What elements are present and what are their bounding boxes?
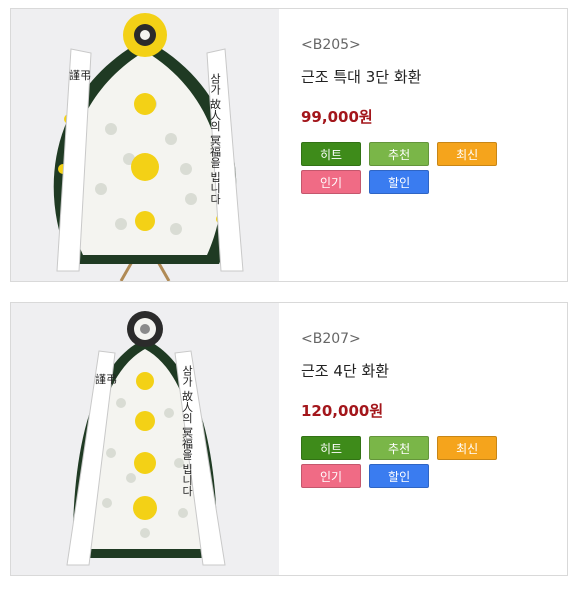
product-name[interactable]: 근조 특대 3단 화환 — [301, 67, 557, 87]
badge-recommend: 추천 — [369, 436, 430, 460]
wreath-image-b205: 謹弔 삼가 故人의 冥福을 빕니다 — [11, 9, 279, 281]
badge-hit: 히트 — [301, 142, 361, 166]
badge-hit: 히트 — [301, 436, 361, 460]
product-code: <B207> — [301, 331, 361, 347]
badge-new: 최신 — [437, 142, 498, 166]
ribbon-left-text: 謹弔 — [95, 372, 117, 386]
badge-sale: 할인 — [369, 170, 430, 194]
badge-popular: 인기 — [301, 170, 361, 194]
product-price: 99,000원 — [301, 108, 373, 126]
product-badges: 히트 추천 최신 인기 할인 — [301, 142, 501, 198]
product-image[interactable]: 謹弔 삼가 故人의 冥福을 빕니다 — [11, 9, 279, 281]
ribbon-right-text: 삼가 故人의 冥福을 빕니다 — [181, 365, 194, 497]
product-info: <B205> 근조 특대 3단 화환 99,000원 히트 추천 최신 인기 할… — [301, 35, 557, 198]
badge-popular: 인기 — [301, 464, 361, 488]
badge-sale: 할인 — [369, 464, 430, 488]
badge-new: 최신 — [437, 436, 498, 460]
badge-recommend: 추천 — [369, 142, 430, 166]
product-badges: 히트 추천 최신 인기 할인 — [301, 436, 501, 492]
wreath-image-b207: 謹弔 삼가 故人의 冥福을 빕니다 — [11, 303, 279, 575]
product-card[interactable]: 謹弔 삼가 故人의 冥福을 빕니다 <B205> 근조 특대 3단 화환 99,… — [10, 8, 568, 282]
ribbon-left-text: 謹弔 — [69, 68, 91, 82]
product-image[interactable]: 謹弔 삼가 故人의 冥福을 빕니다 — [11, 303, 279, 575]
ribbon-right-text: 삼가 故人의 冥福을 빕니다 — [209, 73, 222, 205]
product-price: 120,000원 — [301, 402, 384, 420]
product-name[interactable]: 근조 4단 화환 — [301, 361, 557, 381]
product-code: <B205> — [301, 37, 361, 53]
product-card[interactable]: 謹弔 삼가 故人의 冥福을 빕니다 <B207> 근조 4단 화환 120,00… — [10, 302, 568, 576]
product-info: <B207> 근조 4단 화환 120,000원 히트 추천 최신 인기 할인 — [301, 329, 557, 492]
